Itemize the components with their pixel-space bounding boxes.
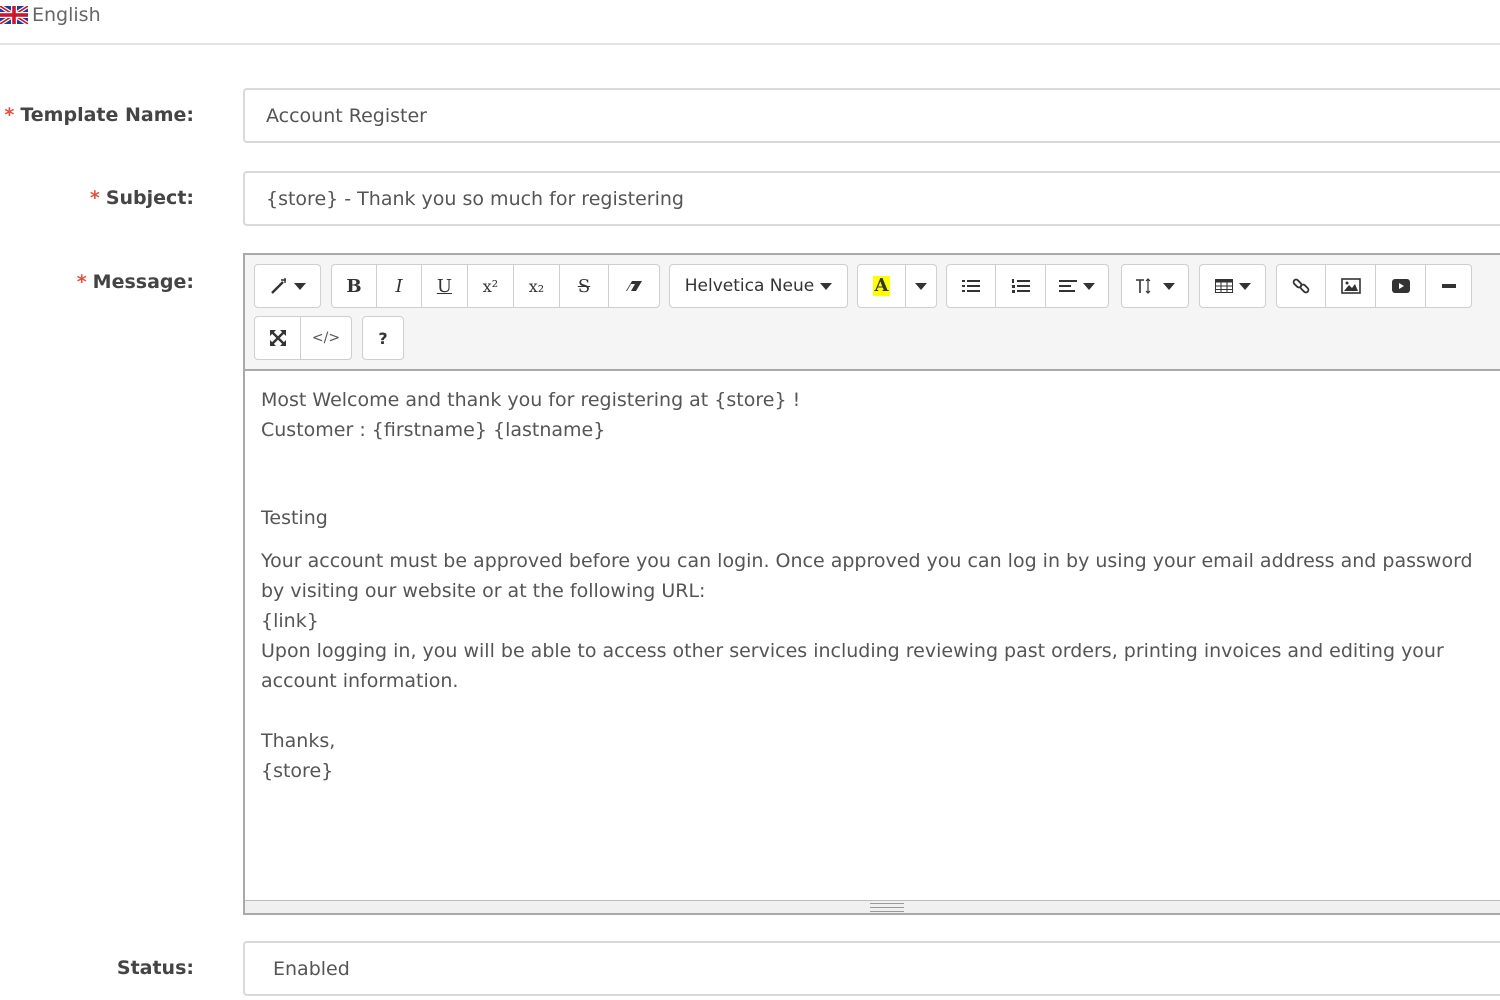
strikethrough-icon: S [577,275,591,297]
video-icon [1391,279,1410,293]
text-color-button[interactable]: A [857,264,906,308]
magic-wand-icon [270,278,286,294]
message-line: Upon logging in, you will be able to acc… [261,640,1444,692]
subject-input[interactable]: {store} - Thank you so much for register… [243,171,1500,226]
uk-flag-icon [0,6,28,24]
status-select[interactable]: Enabled [243,941,1500,996]
subject-value: {store} - Thank you so much for register… [266,187,684,210]
view-group: </> [254,316,352,360]
code-view-button[interactable]: </> [300,316,352,360]
eraser-icon [626,281,642,291]
subject-label: * Subject: [89,187,194,209]
superscript-button[interactable]: x² [467,264,514,308]
numbered-list-icon [1011,279,1030,293]
template-name-value: Account Register [266,104,427,127]
insert-video-button[interactable] [1375,264,1426,308]
clear-format-button[interactable] [608,264,660,308]
font-name-group: Helvetica Neue [669,264,848,308]
italic-button[interactable]: I [376,264,422,308]
chevron-down-icon [915,282,927,290]
required-marker: * [4,104,15,126]
template-name-input[interactable]: Account Register [243,88,1500,143]
language-tab-label: English [32,4,101,26]
font-name-dropdown[interactable]: Helvetica Neue [669,264,848,308]
line-height-dropdown[interactable] [1121,264,1189,308]
strikethrough-button[interactable]: S [559,264,609,308]
message-editor: B I U x² x₂ S Helvetica Neue A </> ? Mos… [243,253,1500,915]
tab-divider [0,43,1500,45]
required-marker: * [76,271,87,293]
help-button[interactable]: ? [362,316,404,360]
chevron-down-icon [1238,282,1251,290]
help-group: ? [362,316,404,360]
color-group: A [857,264,937,308]
ordered-list-button[interactable] [995,264,1046,308]
message-line: Most Welcome and thank you for registeri… [261,389,801,411]
text-height-icon [1136,278,1151,294]
line-height-group [1121,264,1189,308]
align-left-icon [1059,280,1077,292]
font-name-value: Helvetica Neue [684,276,815,296]
editor-content[interactable]: Most Welcome and thank you for registeri… [261,385,1480,786]
underline-button[interactable]: U [421,264,468,308]
bullet-list-icon [962,280,980,292]
status-label: Status: [116,957,194,979]
editor-resize-bar[interactable] [245,900,1500,913]
bold-button[interactable]: B [331,264,377,308]
unordered-list-button[interactable] [946,264,996,308]
template-name-label: * Template Name: [4,104,194,126]
editor-toolbar: B I U x² x₂ S Helvetica Neue A </> ? [245,255,1500,371]
message-line: Testing [261,507,328,529]
message-line: {store} [261,760,334,782]
language-tab-english[interactable]: English [0,0,101,30]
style-group [254,264,321,308]
status-value: Enabled [273,957,350,980]
chevron-down-icon [1083,282,1095,290]
paragraph-group [946,264,1109,308]
subscript-button[interactable]: x₂ [513,264,560,308]
font-style-group: B I U x² x₂ S [331,264,660,308]
message-line: Your account must be approved before you… [261,550,1473,602]
question-icon: ? [378,328,388,348]
message-line: Thanks, [261,730,336,752]
insert-image-button[interactable] [1325,264,1376,308]
chevron-down-icon [293,282,306,290]
color-dropdown-button[interactable] [905,264,937,308]
paragraph-align-dropdown[interactable] [1045,264,1109,308]
message-label: * Message: [76,271,194,293]
message-line: {link} [261,610,319,632]
chevron-down-icon [1163,282,1175,290]
table-dropdown[interactable] [1199,264,1266,308]
subscript-icon: x₂ [528,276,545,296]
table-group [1199,264,1266,308]
required-marker: * [89,187,100,209]
insert-group [1276,264,1472,308]
bold-icon: B [346,275,362,297]
message-line: Customer : {firstname} {lastname} [261,419,606,441]
link-icon [1292,278,1310,294]
text-color-icon: A [872,275,891,296]
chevron-down-icon [820,282,833,290]
minus-icon [1441,284,1456,288]
fullscreen-button[interactable] [254,316,301,360]
resize-grip-icon [870,903,904,912]
superscript-icon: x² [482,276,499,296]
code-icon: </> [311,330,341,346]
horizontal-rule-button[interactable] [1425,264,1472,308]
fullscreen-icon [269,330,286,346]
insert-link-button[interactable] [1276,264,1326,308]
style-dropdown-button[interactable] [254,264,321,308]
italic-icon: I [395,275,403,297]
underline-icon: U [436,275,453,297]
image-icon [1340,278,1361,294]
table-icon [1214,279,1233,293]
